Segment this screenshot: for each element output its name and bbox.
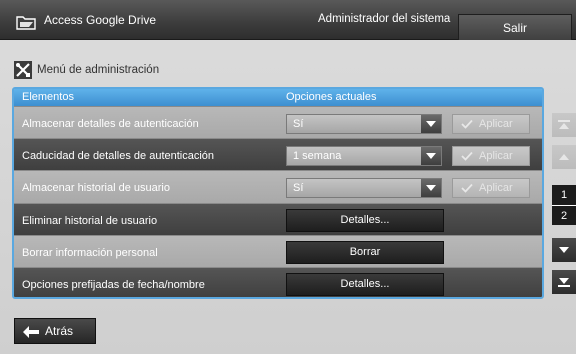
history-details-button[interactable]: Detalles... xyxy=(286,208,444,232)
table-row: Eliminar historial de usuario Detalles..… xyxy=(14,202,542,235)
row-label: Opciones prefijadas de fecha/nombre xyxy=(22,278,205,291)
clear-personal-info-button[interactable]: Borrar xyxy=(286,240,444,264)
apply-label: Aplicar xyxy=(479,182,513,195)
scroll-top-button[interactable] xyxy=(552,113,576,137)
row-label: Borrar información personal xyxy=(22,246,158,259)
checkmark-icon xyxy=(461,152,473,161)
total-pages: 2 xyxy=(552,205,576,225)
arrow-left-icon xyxy=(23,326,39,338)
column-header-options: Opciones actuales xyxy=(286,91,377,103)
user-label: Administrador del sistema xyxy=(318,13,451,25)
back-button[interactable]: Atrás xyxy=(14,318,96,344)
table-row: Almacenar detalles de autenticación Sí A… xyxy=(14,106,542,139)
app-title: Access Google Drive xyxy=(44,13,157,27)
apply-button[interactable]: Aplicar xyxy=(452,178,530,199)
row-label: Almacenar historial de usuario xyxy=(22,182,170,195)
chevron-down-icon xyxy=(559,247,569,253)
store-history-select[interactable]: Sí xyxy=(286,178,442,199)
settings-panel: Elementos Opciones actuales Almacenar de… xyxy=(12,87,544,299)
apply-label: Aplicar xyxy=(479,150,513,163)
select-value: Sí xyxy=(293,182,304,195)
logout-button[interactable]: Salir xyxy=(458,14,572,40)
row-label: Eliminar historial de usuario xyxy=(22,214,158,227)
scroll-to-bottom-icon xyxy=(558,278,570,287)
current-page: 1 xyxy=(552,185,576,205)
auth-expiry-select[interactable]: 1 semana xyxy=(286,146,442,167)
chevron-down-icon[interactable] xyxy=(421,179,441,198)
apply-label: Aplicar xyxy=(479,118,513,130)
apply-button[interactable]: Aplicar xyxy=(452,146,530,167)
table-row: Opciones prefijadas de fecha/nombre Deta… xyxy=(14,266,542,297)
top-bar: Access Google Drive Administrador del si… xyxy=(0,0,576,40)
apply-button[interactable]: Aplicar xyxy=(452,114,530,134)
row-label: Almacenar detalles de autenticación xyxy=(22,118,199,130)
section-title: Menú de administración xyxy=(37,64,160,76)
scroll-bottom-button[interactable] xyxy=(552,270,576,294)
chevron-down-icon[interactable] xyxy=(421,115,441,133)
back-label: Atrás xyxy=(45,324,74,338)
table-row: Borrar información personal Borrar xyxy=(14,234,542,267)
tools-icon xyxy=(14,61,32,79)
folder-icon xyxy=(16,16,36,30)
table-header: Elementos Opciones actuales xyxy=(14,89,542,106)
table-row: Almacenar historial de usuario Sí Aplica… xyxy=(14,170,542,203)
column-header-items: Elementos xyxy=(22,91,74,103)
chevron-down-icon[interactable] xyxy=(421,147,441,166)
select-value: 1 semana xyxy=(293,150,342,163)
table-row: Caducidad de detalles de autenticación 1… xyxy=(14,138,542,171)
chevron-up-icon xyxy=(559,154,569,160)
store-auth-select[interactable]: Sí xyxy=(286,114,442,134)
date-name-details-button[interactable]: Detalles... xyxy=(286,272,444,296)
scroll-to-top-icon xyxy=(558,120,570,129)
checkmark-icon xyxy=(461,119,473,129)
select-value: Sí xyxy=(293,118,304,130)
scroll-down-button[interactable] xyxy=(552,238,576,262)
scroll-up-button[interactable] xyxy=(552,145,576,169)
row-label: Caducidad de detalles de autenticación xyxy=(22,150,215,163)
checkmark-icon xyxy=(461,184,473,194)
